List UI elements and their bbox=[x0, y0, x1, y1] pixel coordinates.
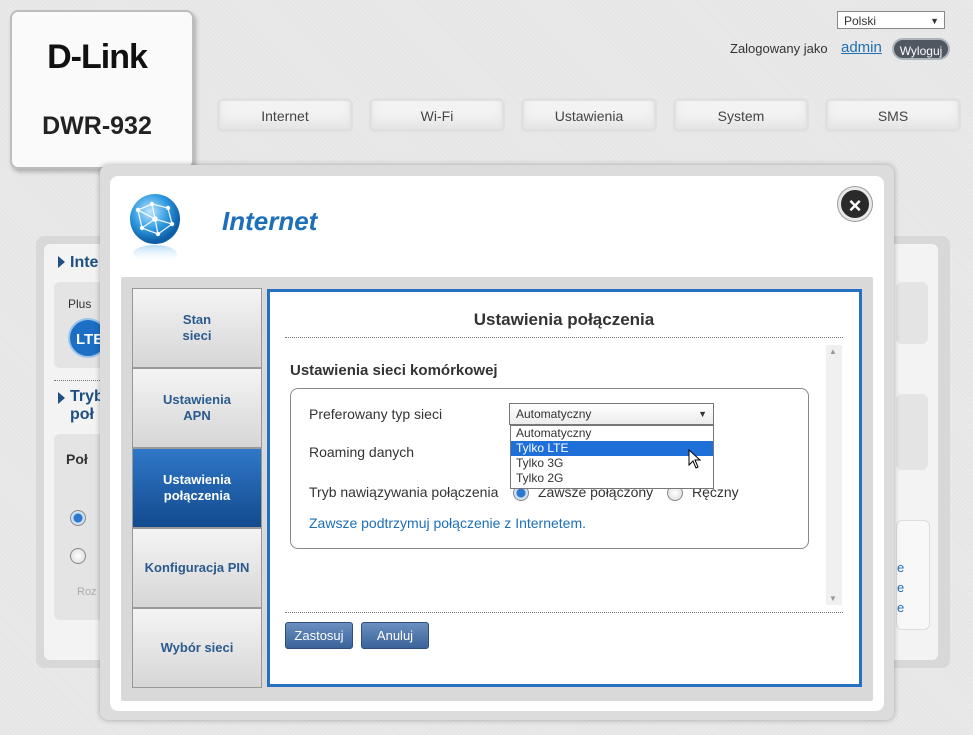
globe-network-icon bbox=[128, 192, 184, 264]
sidebar-item-label: Ustawienia bbox=[163, 392, 231, 407]
sidebar-item-network-status[interactable]: Stan sieci bbox=[132, 288, 262, 368]
divider bbox=[285, 337, 843, 338]
background-section-title-2b: poł bbox=[70, 406, 94, 423]
network-type-value: Automatyczny bbox=[516, 407, 592, 421]
sidebar-item-label: Wybór sieci bbox=[160, 640, 234, 655]
apply-button[interactable]: Zastosuj bbox=[285, 622, 353, 649]
logout-button[interactable]: Wyloguj bbox=[892, 38, 950, 60]
model-name: DWR-932 bbox=[42, 112, 152, 140]
sidebar-item-label: APN bbox=[183, 408, 211, 423]
mouse-pointer-icon bbox=[688, 448, 702, 469]
scrollbar[interactable]: ▲ ▼ bbox=[826, 345, 842, 605]
sidebar-item-connection-settings[interactable]: Ustawienia połączenia bbox=[132, 448, 262, 528]
sidebar-item-network-selection[interactable]: Wybór sieci bbox=[132, 608, 262, 688]
brand-logo: D-Link bbox=[47, 38, 148, 76]
expand-arrow-icon bbox=[58, 256, 69, 268]
chevron-down-icon: ▼ bbox=[698, 409, 707, 419]
dropdown-option-lte-only[interactable]: Tylko LTE bbox=[511, 441, 713, 456]
sidebar-item-apn-settings[interactable]: Ustawienia APN bbox=[132, 368, 262, 448]
background-section-title-2: Tryb bbox=[70, 388, 104, 405]
network-type-select[interactable]: Automatyczny ▼ bbox=[509, 403, 714, 425]
keepalive-text: Zawsze podtrzymuj połączenie z Internete… bbox=[309, 515, 587, 531]
language-select[interactable]: Polski ▼ bbox=[837, 11, 945, 29]
sidebar-item-label: Stan bbox=[182, 312, 212, 327]
nav-tab-system[interactable]: System bbox=[673, 98, 809, 132]
content-title: Ustawienia połączenia bbox=[473, 310, 655, 329]
background-link: e bbox=[897, 580, 905, 595]
background-card-right bbox=[896, 394, 928, 470]
sidebar-item-label: połączenia bbox=[163, 488, 231, 503]
background-link: e bbox=[897, 600, 905, 615]
sidebar-item-label: Ustawienia bbox=[163, 472, 231, 487]
logo-panel bbox=[10, 10, 194, 169]
expand-arrow-icon bbox=[58, 392, 69, 404]
nav-tab-settings[interactable]: Ustawienia bbox=[521, 98, 657, 132]
background-radio bbox=[70, 510, 86, 526]
scroll-down-icon[interactable]: ▼ bbox=[829, 594, 837, 603]
network-type-dropdown[interactable]: Automatyczny Tylko LTE Tylko 3G Tylko 2G bbox=[510, 425, 714, 489]
language-value: Polski bbox=[844, 14, 877, 28]
modal-title: Internet bbox=[222, 206, 318, 236]
background-label: Roz bbox=[77, 586, 97, 598]
sidebar-item-label: Konfiguracja PIN bbox=[144, 560, 250, 575]
background-link: e bbox=[897, 560, 905, 575]
sidebar-item-pin-config[interactable]: Konfiguracja PIN bbox=[132, 528, 262, 608]
nav-tab-sms[interactable]: SMS bbox=[825, 98, 961, 132]
background-section-title: Inte bbox=[70, 254, 99, 271]
background-card-right bbox=[896, 282, 928, 344]
nav-tab-wifi[interactable]: Wi-Fi bbox=[369, 98, 505, 132]
dropdown-option-automatic[interactable]: Automatyczny bbox=[511, 426, 713, 441]
nav-tab-internet[interactable]: Internet bbox=[217, 98, 353, 132]
background-radio bbox=[70, 548, 86, 564]
scroll-up-icon[interactable]: ▲ bbox=[829, 347, 837, 356]
dropdown-arrow-icon: ▼ bbox=[930, 16, 939, 26]
divider bbox=[54, 380, 100, 381]
username-link[interactable]: admin bbox=[841, 39, 882, 56]
sidebar-item-label: sieci bbox=[182, 328, 212, 343]
network-type-label: Preferowany typ sieci bbox=[309, 406, 443, 422]
background-plus-label: Plus bbox=[68, 297, 92, 311]
section-title: Ustawienia sieci komórkowej bbox=[290, 362, 498, 379]
divider bbox=[285, 612, 843, 613]
connection-mode-label: Tryb nawiązywania połączenia bbox=[309, 484, 499, 500]
background-label: Poł bbox=[66, 451, 88, 467]
dropdown-option-3g-only[interactable]: Tylko 3G bbox=[511, 456, 713, 471]
close-icon[interactable]: × bbox=[838, 187, 872, 221]
dropdown-option-2g-only[interactable]: Tylko 2G bbox=[511, 471, 713, 486]
cancel-button[interactable]: Anuluj bbox=[361, 622, 429, 649]
roaming-label: Roaming danych bbox=[309, 444, 415, 460]
logged-in-label: Zalogowany jako bbox=[730, 41, 828, 56]
